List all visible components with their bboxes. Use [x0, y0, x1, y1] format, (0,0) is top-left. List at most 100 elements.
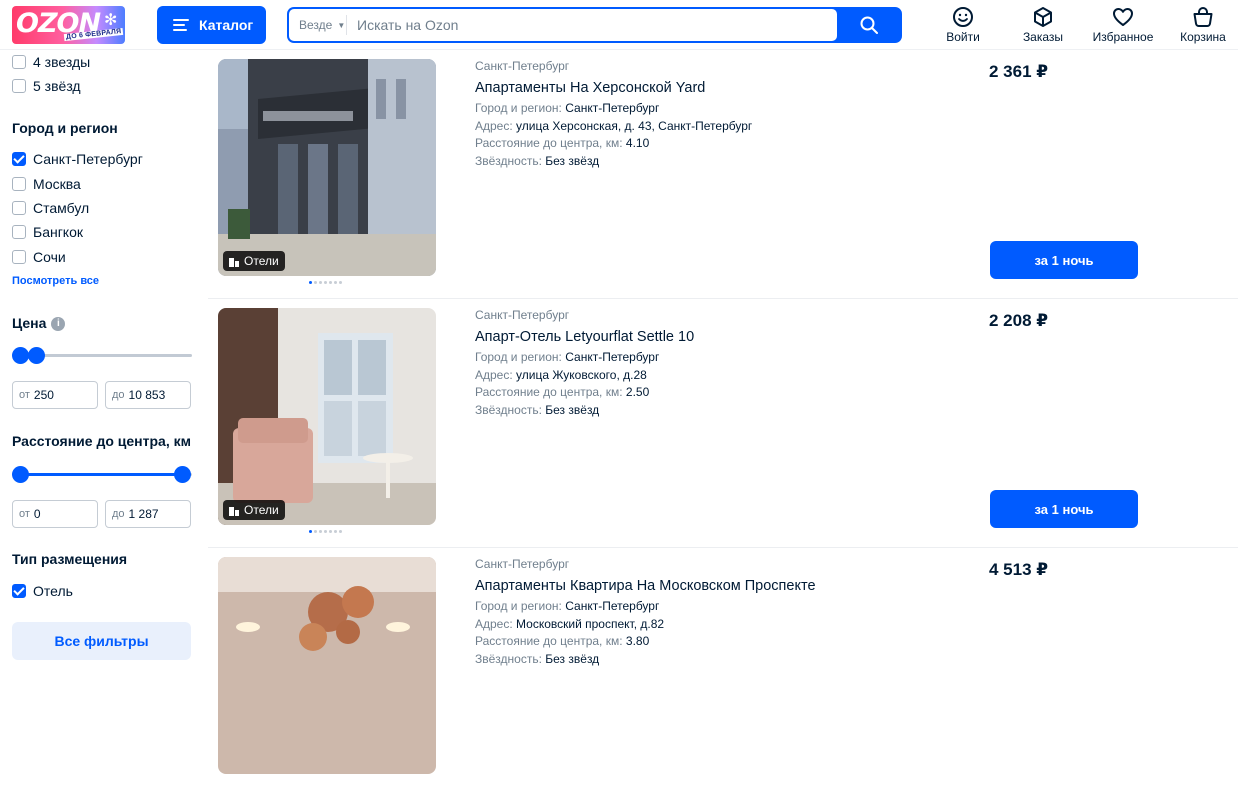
distance-to-input[interactable]: до 1 287 — [105, 500, 191, 528]
distance-filter-title: Расстояние до центра, км — [12, 433, 191, 449]
filter-label: 4 звезды — [33, 54, 91, 70]
listing-photo[interactable] — [218, 557, 436, 774]
apartment-interior-image — [218, 308, 436, 525]
listing-title[interactable]: Апарт-Отель Letyourflat Settle 10 — [475, 329, 694, 347]
smile-icon — [953, 7, 973, 27]
nav-cart[interactable]: Корзина — [1168, 6, 1238, 44]
price-to-value: 10 853 — [128, 388, 166, 402]
room-wall-decor-image — [218, 557, 436, 774]
listing-address: Адрес: улица Жуковского, д.28 — [475, 367, 647, 382]
checkbox[interactable] — [12, 201, 26, 215]
price-from-value: 250 — [33, 388, 54, 402]
listing-distance: Расстояние до центра, км: 3.80 — [475, 634, 650, 648]
checkbox[interactable] — [12, 79, 26, 93]
hotel-icon — [229, 257, 239, 267]
search-bar: Везде ▼ — [287, 7, 902, 43]
snowflake-icon: ✻ — [104, 12, 118, 29]
header: OZON ✻ ДО 6 ФЕВРАЛЯ Каталог Везде ▼ Во — [0, 0, 1238, 50]
checkbox[interactable] — [12, 225, 26, 239]
checkbox-checked[interactable] — [12, 152, 26, 166]
category-badge: Отели — [223, 251, 285, 271]
nav-orders-label: Заказы — [1022, 30, 1064, 44]
filter-label: Москва — [33, 176, 81, 192]
price-filter-title: Цена i — [12, 315, 66, 332]
listing-city: Санкт-Петербург — [475, 59, 570, 73]
info-icon[interactable]: i — [51, 317, 66, 332]
filter-city-sochi[interactable]: Сочи — [12, 249, 66, 265]
listing-distance: Расстояние до центра, км: 2.50 — [475, 385, 650, 399]
nav-favorites[interactable]: Избранное — [1088, 6, 1158, 44]
hotel-facade-image — [218, 59, 436, 276]
filter-type-hotel[interactable]: Отель — [12, 583, 73, 599]
nav-cart-label: Корзина — [1180, 30, 1226, 44]
price-from-input[interactable]: от 250 — [12, 381, 98, 409]
catalog-label: Каталог — [199, 17, 254, 33]
search-scope-select[interactable]: Везде ▼ — [289, 15, 347, 35]
listing-photo[interactable]: Отели — [218, 59, 436, 276]
bag-icon — [1193, 6, 1213, 27]
filter-label: Отель — [33, 583, 73, 599]
city-filter-title: Город и регион — [12, 120, 118, 136]
listing-city: Санкт-Петербург — [475, 557, 570, 571]
listing-photo[interactable]: Отели — [218, 308, 436, 525]
listing-region: Город и регион: Санкт-Петербург — [475, 350, 660, 364]
see-all-cities-link[interactable]: Посмотреть все — [12, 275, 99, 287]
listing-price: 2 361 ₽ — [989, 62, 1049, 81]
listing-card: Отели Санкт-Петербург Апартаменты На Хер… — [208, 50, 1238, 299]
price-title-label: Цена — [12, 315, 47, 331]
checkbox[interactable] — [12, 55, 26, 69]
listing-stars: Звёздность: Без звёзд — [475, 651, 600, 666]
accommodation-filter-title: Тип размещения — [12, 551, 128, 567]
filter-label: 5 звёзд — [33, 78, 81, 94]
nav-login-label: Войти — [946, 30, 980, 44]
listing-title[interactable]: Апартаменты На Херсонской Yard — [475, 80, 752, 98]
price-to-input[interactable]: до 10 853 — [105, 381, 191, 409]
checkbox[interactable] — [12, 250, 26, 264]
listing-address: Адрес: Московский проспект, д.82 — [475, 616, 665, 631]
caret-down-icon: ▼ — [337, 20, 346, 30]
book-night-button[interactable]: за 1 ночь — [990, 241, 1138, 279]
listing-title[interactable]: Апартаменты Квартира На Московском Просп… — [475, 578, 816, 596]
distance-slider-min-handle[interactable] — [12, 466, 29, 483]
distance-slider[interactable] — [12, 464, 192, 484]
badge-label: Отели — [244, 503, 279, 517]
search-input[interactable] — [347, 17, 817, 33]
price-slider-min-handle[interactable] — [12, 347, 29, 364]
listing-info: Санкт-Петербург Апартаменты Квартира На … — [475, 557, 816, 666]
listing-city: Санкт-Петербург — [475, 308, 570, 322]
listing-address: Адрес: улица Херсонская, д. 43, Санкт-Пе… — [475, 118, 753, 133]
book-night-button[interactable]: за 1 ночь — [990, 490, 1138, 528]
to-prefix: до — [112, 508, 125, 520]
nav-orders[interactable]: Заказы — [1008, 6, 1078, 44]
distance-from-input[interactable]: от 0 — [12, 500, 98, 528]
filter-city-moscow[interactable]: Москва — [12, 176, 81, 192]
badge-label: Отели — [244, 254, 279, 268]
menu-icon — [173, 16, 189, 34]
filter-label: Санкт-Петербург — [33, 151, 143, 167]
checkbox-checked[interactable] — [12, 584, 26, 598]
ozon-logo[interactable]: OZON ✻ ДО 6 ФЕВРАЛЯ — [12, 6, 125, 44]
distance-slider-max-handle[interactable] — [174, 466, 191, 483]
photo-carousel-dots[interactable] — [309, 281, 342, 284]
filter-city-spb[interactable]: Санкт-Петербург — [12, 151, 143, 167]
hotel-icon — [229, 506, 239, 516]
listing-info: Санкт-Петербург Апартаменты На Херсонско… — [475, 59, 752, 168]
price-slider[interactable] — [12, 345, 192, 365]
listing-card: Санкт-Петербург Апартаменты Квартира На … — [208, 548, 1238, 797]
listing-stars: Звёздность: Без звёзд — [475, 153, 600, 168]
distance-from-value: 0 — [33, 507, 41, 521]
all-filters-button[interactable]: Все фильтры — [12, 622, 191, 660]
checkbox[interactable] — [12, 177, 26, 191]
nav-login[interactable]: Войти — [928, 6, 998, 44]
photo-carousel-dots[interactable] — [309, 530, 342, 533]
filter-stars-4[interactable]: 4 звезды — [12, 54, 90, 70]
box-icon — [1034, 7, 1052, 27]
catalog-button[interactable]: Каталог — [157, 6, 266, 44]
search-button[interactable] — [836, 7, 902, 43]
listing-card: Отели Санкт-Петербург Апарт-Отель Letyou… — [208, 299, 1238, 548]
filter-stars-5[interactable]: 5 звёзд — [12, 78, 81, 94]
filter-city-istanbul[interactable]: Стамбул — [12, 200, 89, 216]
filter-label: Бангкок — [33, 224, 84, 240]
filter-city-bangkok[interactable]: Бангкок — [12, 224, 83, 240]
price-slider-max-handle[interactable] — [28, 347, 45, 364]
